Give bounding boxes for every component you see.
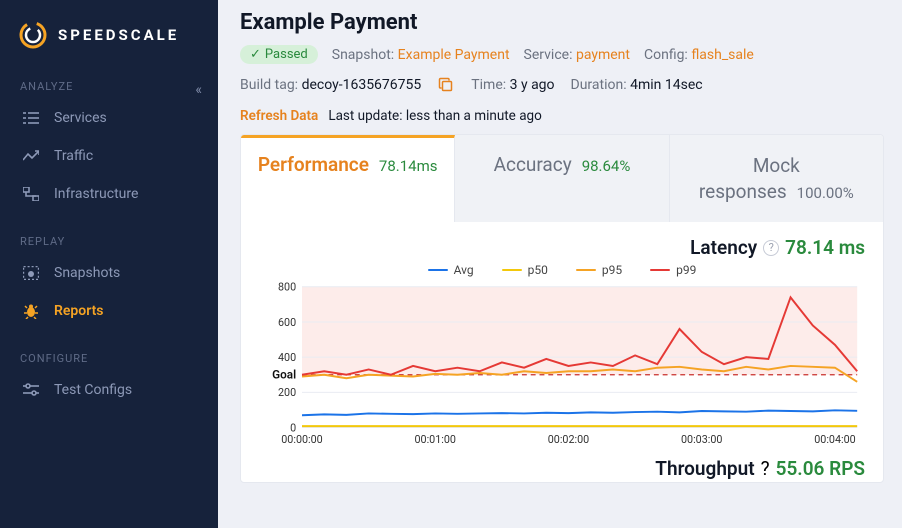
meta-row-1: ✓ Passed Snapshot: Example Payment Servi… <box>240 45 884 64</box>
sliders-icon <box>22 381 40 399</box>
snapshot-link[interactable]: Example Payment <box>398 47 510 63</box>
sidebar-item-test-configs[interactable]: Test Configs <box>0 371 218 409</box>
refresh-status: Last update: less than a minute ago <box>328 108 542 124</box>
section-configure: CONFIGURE <box>0 330 218 371</box>
svg-text:00:01:00: 00:01:00 <box>415 433 456 446</box>
report-tabs: Performance 78.14ms Accuracy 98.64% Mock… <box>241 135 883 222</box>
sidebar-item-label: Services <box>54 110 107 126</box>
duration-field: Duration: 4min 14sec <box>571 77 703 93</box>
report-card: Performance 78.14ms Accuracy 98.64% Mock… <box>240 134 884 483</box>
section-analyze: ANALYZE <box>0 58 218 99</box>
svg-text:00:02:00: 00:02:00 <box>548 433 589 446</box>
legend-p99: p99 <box>650 263 696 277</box>
legend-avg: Avg <box>428 263 474 277</box>
infrastructure-icon <box>22 185 40 203</box>
sidebar-item-label: Snapshots <box>54 265 120 281</box>
config-field: Config: flash_sale <box>644 47 754 63</box>
page-title: Example Payment <box>240 10 884 35</box>
section-replay: REPLAY <box>0 213 218 254</box>
sidebar-item-label: Test Configs <box>54 382 132 398</box>
help-icon[interactable]: ? <box>763 240 779 256</box>
build-tag-field: Build tag: decoy-1635676755 <box>240 77 421 93</box>
svg-text:600: 600 <box>278 316 296 329</box>
config-link[interactable]: flash_sale <box>691 47 754 63</box>
status-badge: ✓ Passed <box>240 45 318 64</box>
tab-accuracy[interactable]: Accuracy 98.64% <box>455 135 669 222</box>
legend-p50: p50 <box>502 263 548 277</box>
latency-chart: 0200400600800Goal00:00:0000:01:0000:02:0… <box>259 279 865 449</box>
sidebar-collapse-icon[interactable]: « <box>195 82 202 98</box>
latency-header: Latency ? 78.14 ms <box>259 236 865 259</box>
tab-performance[interactable]: Performance 78.14ms <box>241 135 455 222</box>
bug-icon <box>22 302 40 320</box>
time-field: Time: 3 y ago <box>471 77 554 93</box>
sidebar-item-label: Reports <box>54 303 104 319</box>
svg-text:200: 200 <box>278 387 296 400</box>
main-content: Example Payment ✓ Passed Snapshot: Examp… <box>218 0 902 528</box>
check-icon: ✓ <box>250 47 261 62</box>
meta-row-2: Build tag: decoy-1635676755 Time: 3 y ag… <box>240 76 884 94</box>
speedscale-logo-icon <box>18 20 48 50</box>
camera-icon <box>22 264 40 282</box>
brand-logo: SPEEDSCALE <box>0 16 218 58</box>
sidebar: SPEEDSCALE « ANALYZE Services Traffic In… <box>0 0 218 528</box>
trend-icon <box>22 147 40 165</box>
snapshot-field: Snapshot: Example Payment <box>332 47 510 63</box>
tab-mock-responses[interactable]: Mock responses 100.00% <box>670 135 883 222</box>
svg-text:400: 400 <box>278 351 296 364</box>
list-icon <box>22 109 40 127</box>
service-link[interactable]: payment <box>576 47 630 63</box>
service-field: Service: payment <box>524 47 630 63</box>
svg-text:00:00:00: 00:00:00 <box>281 433 322 446</box>
status-text: Passed <box>265 47 308 62</box>
sidebar-item-services[interactable]: Services <box>0 99 218 137</box>
sidebar-item-reports[interactable]: Reports <box>0 292 218 330</box>
throughput-header: Throughput ? 55.06 RPS <box>241 457 883 482</box>
refresh-data-link[interactable]: Refresh Data <box>240 108 318 124</box>
refresh-row: Refresh Data Last update: less than a mi… <box>240 108 884 124</box>
legend-p95: p95 <box>576 263 622 277</box>
svg-text:Goal: Goal <box>272 368 296 382</box>
svg-text:00:04:00: 00:04:00 <box>814 433 855 446</box>
brand-name: SPEEDSCALE <box>58 26 179 44</box>
copy-icon[interactable] <box>437 76 455 94</box>
sidebar-item-snapshots[interactable]: Snapshots <box>0 254 218 292</box>
svg-text:800: 800 <box>278 281 296 294</box>
sidebar-item-label: Traffic <box>54 148 93 164</box>
sidebar-item-label: Infrastructure <box>54 186 138 202</box>
svg-text:00:03:00: 00:03:00 <box>681 433 722 446</box>
sidebar-item-traffic[interactable]: Traffic <box>0 137 218 175</box>
latency-chart-section: Latency ? 78.14 ms Avg p50 p95 p99 02004… <box>241 222 883 457</box>
latency-legend: Avg p50 p95 p99 <box>259 263 865 277</box>
help-icon[interactable]: ? <box>761 457 770 480</box>
sidebar-item-infrastructure[interactable]: Infrastructure <box>0 175 218 213</box>
